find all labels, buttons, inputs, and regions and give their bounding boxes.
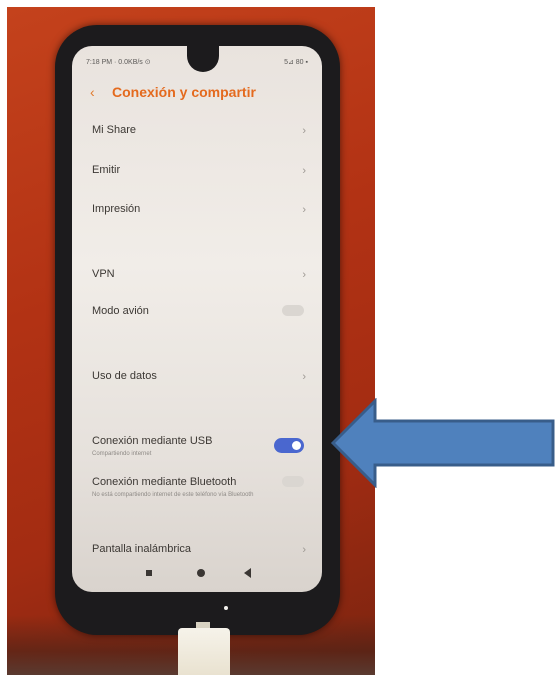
- setting-label: Impresión: [92, 203, 141, 215]
- toggle-knob: [292, 441, 301, 450]
- setting-label: VPN: [92, 268, 115, 280]
- navigation-bar: [72, 566, 322, 582]
- setting-bluetooth-tethering[interactable]: Conexión mediante Bluetooth No está comp…: [72, 476, 322, 522]
- setting-impresion[interactable]: Impresión ›: [72, 203, 322, 239]
- phone-screen: 7:18 PM · 0.0KB/s ⊙ 5⊿ 80 ▪ ‹ Conexión y…: [72, 46, 322, 592]
- setting-sublabel: Compartiendo internet: [92, 451, 152, 457]
- home-icon[interactable]: [197, 569, 205, 577]
- screen-header: ‹ Conexión y compartir: [72, 82, 322, 104]
- setting-mi-share[interactable]: Mi Share ›: [72, 124, 322, 160]
- setting-uso-de-datos[interactable]: Uso de datos ›: [72, 370, 322, 406]
- bottom-light: [224, 606, 228, 610]
- setting-label: Conexión mediante USB: [92, 435, 213, 447]
- airplane-mode-toggle[interactable]: [282, 305, 304, 316]
- chevron-right-icon: ›: [302, 165, 306, 177]
- back-triangle-icon[interactable]: [244, 568, 251, 578]
- chevron-right-icon: ›: [302, 544, 306, 556]
- usb-tethering-toggle[interactable]: [274, 438, 304, 453]
- setting-sublabel: No está compartiendo internet de este te…: [92, 492, 254, 498]
- usb-cable: [178, 628, 230, 675]
- bluetooth-tethering-toggle[interactable]: [282, 476, 304, 487]
- setting-vpn[interactable]: VPN ›: [72, 268, 322, 304]
- setting-modo-avion[interactable]: Modo avión: [72, 305, 322, 341]
- setting-label: Uso de datos: [92, 370, 157, 382]
- arrow-shape: [330, 397, 555, 489]
- chevron-right-icon: ›: [302, 371, 306, 383]
- page-title: Conexión y compartir: [112, 84, 256, 100]
- recents-icon[interactable]: [146, 570, 152, 576]
- setting-label: Conexión mediante Bluetooth: [92, 476, 237, 488]
- back-arrow-icon[interactable]: ‹: [90, 84, 95, 100]
- setting-label: Modo avión: [92, 305, 149, 317]
- setting-label: Pantalla inalámbrica: [92, 543, 192, 555]
- chevron-right-icon: ›: [302, 204, 306, 216]
- status-icons: 5⊿ 80 ▪: [284, 59, 308, 66]
- setting-usb-tethering[interactable]: Conexión mediante USB Compartiendo inter…: [72, 435, 322, 471]
- setting-label: Emitir: [92, 164, 121, 176]
- chevron-right-icon: ›: [302, 125, 306, 137]
- annotation-arrow: [330, 397, 556, 489]
- status-time: 7:18 PM · 0.0KB/s ⊙: [86, 59, 151, 66]
- chevron-right-icon: ›: [302, 269, 306, 281]
- setting-emitir[interactable]: Emitir ›: [72, 164, 322, 200]
- setting-label: Mi Share: [92, 124, 137, 136]
- arrow-icon: [330, 397, 555, 489]
